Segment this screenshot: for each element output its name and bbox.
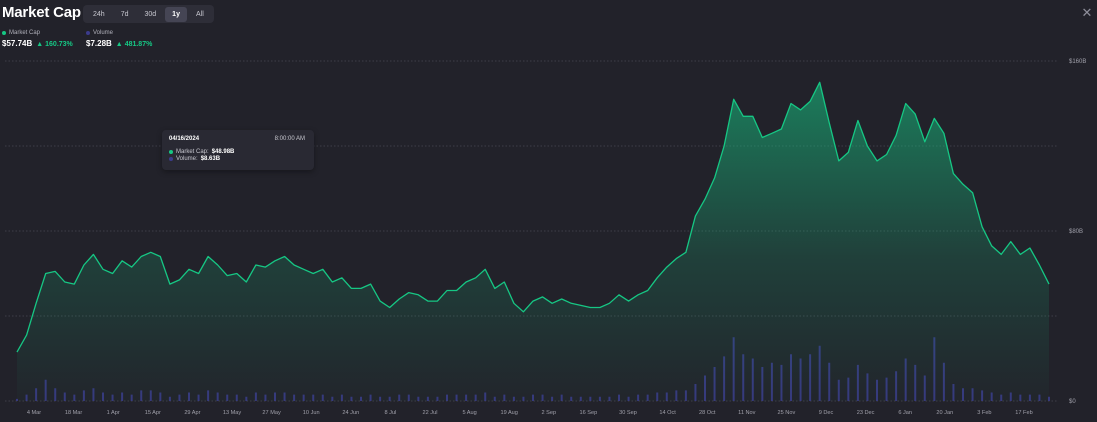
x-tick-label: 23 Dec bbox=[857, 410, 875, 416]
market-cap-dot-icon bbox=[169, 150, 173, 154]
y-tick-label: $0 bbox=[1069, 399, 1076, 405]
x-tick-label: 30 Sep bbox=[619, 410, 637, 416]
x-axis-labels: 4 Mar 18 Mar 1 Apr 15 Apr 29 Apr 13 May 27 May… bbox=[27, 410, 1033, 416]
x-tick-label: 13 May bbox=[223, 410, 242, 416]
chart-tooltip: 04/16/2024 8:00:00 AM Market Cap: $48.98… bbox=[162, 130, 314, 170]
x-tick-label: 17 Feb bbox=[1015, 410, 1032, 416]
x-tick-label: 16 Sep bbox=[580, 410, 598, 416]
x-tick-label: 2 Sep bbox=[541, 410, 556, 416]
y-tick-label: $160B bbox=[1069, 59, 1086, 65]
x-tick-label: 9 Dec bbox=[819, 410, 834, 416]
page-title: Market Cap bbox=[2, 4, 81, 21]
tab-all[interactable]: All bbox=[189, 7, 211, 22]
legend-market-cap[interactable]: Market Cap $57.74B ▲ 160.73% bbox=[2, 30, 73, 48]
up-arrow-icon: ▲ bbox=[115, 41, 123, 48]
x-tick-label: 22 Jul bbox=[423, 410, 438, 416]
x-tick-label: 19 Aug bbox=[500, 410, 517, 416]
x-tick-label: 8 Jul bbox=[384, 410, 396, 416]
tooltip-date: 04/16/2024 bbox=[169, 136, 200, 142]
y-tick-label: $80B bbox=[1069, 229, 1083, 235]
tab-30d[interactable]: 30d bbox=[137, 7, 163, 22]
x-tick-label: 1 Apr bbox=[107, 410, 120, 416]
close-icon[interactable]: ✕ bbox=[1080, 6, 1094, 20]
volume-dot-icon bbox=[86, 31, 90, 35]
x-tick-label: 20 Jan bbox=[936, 410, 953, 416]
tooltip-volume: Volume: $8.63B bbox=[169, 156, 220, 162]
x-tick-label: 3 Feb bbox=[977, 410, 991, 416]
market-cap-chart[interactable]: $0 $80B $160B 4 Mar 18 Mar 1 Apr 15 Apr 29 Apr… bbox=[0, 0, 1097, 422]
x-tick-label: 24 Jun bbox=[342, 410, 359, 416]
x-tick-label: 4 Mar bbox=[27, 410, 41, 416]
tooltip-market-cap: Market Cap: $48.98B bbox=[169, 149, 234, 155]
x-tick-label: 5 Aug bbox=[462, 410, 476, 416]
volume-dot-icon bbox=[169, 157, 173, 161]
tab-7d[interactable]: 7d bbox=[114, 7, 136, 22]
tooltip-time: 8:00:00 AM bbox=[274, 136, 305, 142]
x-tick-label: 11 Nov bbox=[738, 410, 756, 416]
tab-24h[interactable]: 24h bbox=[86, 7, 112, 22]
market-cap-change: ▲ 160.73% bbox=[36, 41, 73, 48]
legend-market-cap-name: Market Cap bbox=[9, 30, 41, 36]
volume-change: ▲ 481.87% bbox=[115, 41, 153, 48]
x-tick-label: 6 Jan bbox=[898, 410, 912, 416]
x-tick-label: 29 Apr bbox=[184, 410, 200, 416]
y-axis-labels: $0 $80B $160B bbox=[1069, 59, 1086, 405]
x-tick-label: 15 Apr bbox=[145, 410, 161, 416]
tab-1y[interactable]: 1y bbox=[165, 6, 187, 22]
market-cap-dot-icon bbox=[2, 31, 6, 35]
timeframe-tabs: 24h 7d 30d 1y All bbox=[83, 5, 214, 23]
volume-value: $7.28B bbox=[86, 39, 112, 48]
x-tick-label: 14 Oct bbox=[659, 410, 676, 416]
legend-volume[interactable]: Volume $7.28B ▲ 481.87% bbox=[86, 30, 152, 48]
legend-volume-name: Volume bbox=[93, 30, 114, 36]
x-tick-label: 18 Mar bbox=[65, 410, 83, 416]
x-tick-label: 27 May bbox=[262, 410, 281, 416]
market-cap-value: $57.74B bbox=[2, 39, 33, 48]
x-tick-label: 28 Oct bbox=[699, 410, 716, 416]
up-arrow-icon: ▲ bbox=[36, 41, 44, 48]
x-tick-label: 10 Jun bbox=[303, 410, 320, 416]
x-tick-label: 25 Nov bbox=[778, 410, 796, 416]
